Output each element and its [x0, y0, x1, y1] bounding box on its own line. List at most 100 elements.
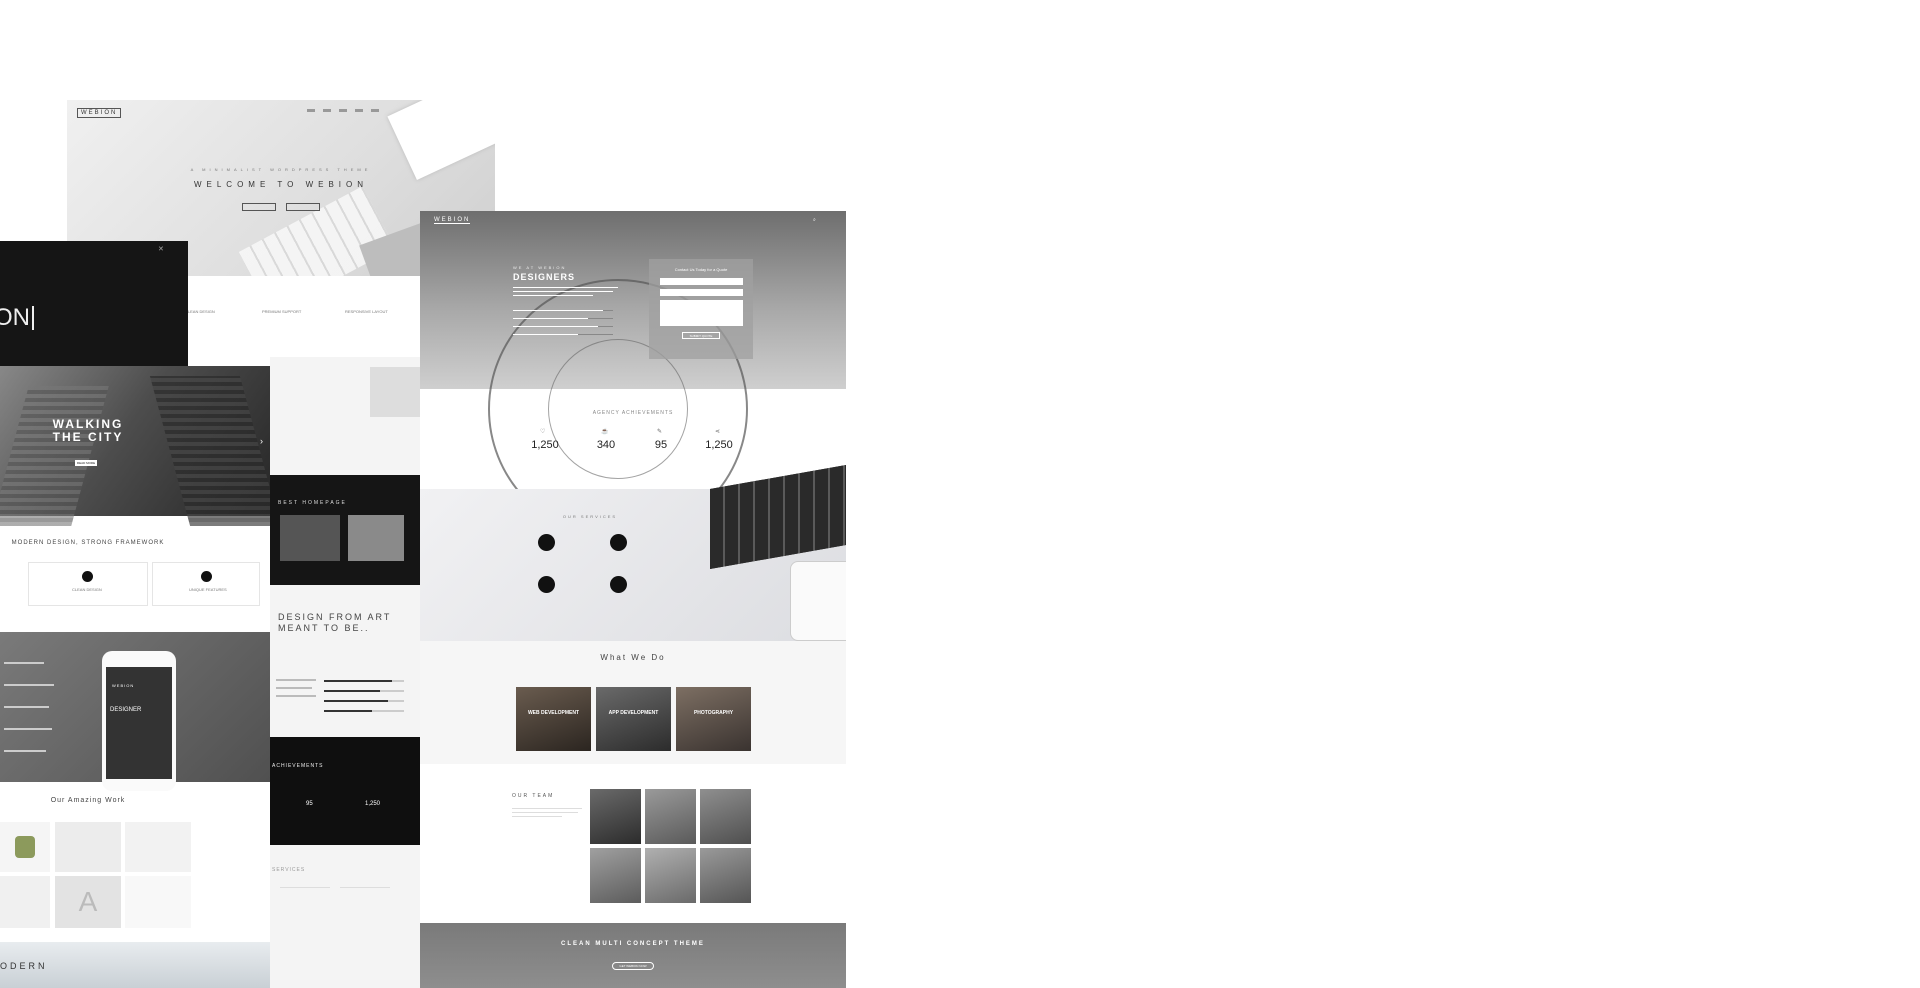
team-member-1[interactable]: [590, 789, 641, 844]
project-label: WEB DEVELOPMENT: [527, 710, 580, 716]
ach-number-2: 1,250: [365, 801, 381, 807]
email-field[interactable]: [660, 289, 743, 296]
hero-text-line: [513, 295, 593, 296]
folder-icon[interactable]: [538, 534, 555, 551]
services-title: OUR SERVICES: [562, 514, 618, 519]
city-title-2: THE CITY: [52, 430, 124, 444]
team-member-3[interactable]: [700, 789, 751, 844]
submit-button[interactable]: SUBMIT QUOTE: [682, 332, 720, 339]
contact-title: Contact Us Today for a Quote: [674, 267, 728, 272]
close-icon[interactable]: ✕: [158, 245, 164, 253]
city-button[interactable]: READ MORE: [75, 460, 97, 466]
city-title-1: WALKING: [52, 417, 124, 431]
bag-icon[interactable]: [610, 534, 627, 551]
portfolio-thumb-3: [125, 822, 191, 872]
whatwedo-title: What We Do: [600, 653, 666, 662]
gear-icon[interactable]: [538, 576, 555, 593]
agency-logo: WEBION: [434, 217, 471, 224]
text-line: [512, 808, 582, 809]
text-line: [4, 728, 52, 730]
crown-icon[interactable]: [610, 576, 627, 593]
text-line: [276, 695, 316, 697]
hero-subtitle: WE AT WEBION: [513, 265, 567, 270]
clean-theme-title: CLEAN MULTI CONCEPT THEME: [561, 941, 705, 947]
ach-number-1: 95: [306, 801, 313, 807]
skill-bar: [324, 700, 404, 702]
hero-button-2[interactable]: [286, 203, 320, 211]
message-field[interactable]: [660, 300, 743, 326]
skill-bar: [324, 680, 404, 682]
homepage-thumb-1: [280, 515, 340, 561]
preview-card-agency[interactable]: WEBION ⌕ WE AT WEBION DESIGNERS Contact …: [420, 211, 846, 988]
team-member-2[interactable]: [645, 789, 696, 844]
project-card-2[interactable]: APP DEVELOPMENT: [596, 687, 671, 751]
text-line: [276, 679, 316, 681]
project-label: APP DEVELOPMENT: [608, 710, 659, 716]
hero-skill-bar: [513, 310, 613, 311]
feature-3: RESPONSIVE LAYOUT: [345, 309, 388, 314]
portfolio-thumb-5: A: [55, 876, 121, 928]
portfolio-thumb-1: [0, 822, 50, 872]
clean-theme-button[interactable]: GET WEBION NOW: [612, 962, 654, 970]
modern-heading: ODERN: [0, 961, 48, 971]
phone-logo: WEBION: [112, 683, 135, 688]
stat-4: 1,250: [705, 439, 733, 451]
pencil-icon: ✎: [657, 429, 663, 435]
chevron-right-icon[interactable]: ›: [260, 436, 263, 446]
service-item: [340, 887, 390, 907]
portfolio-thumb-2: [55, 822, 121, 872]
hero-skill-bar: [513, 318, 613, 319]
project-label: PHOTOGRAPHY: [693, 710, 734, 716]
hero-text-line: [513, 291, 613, 292]
clean-theme-band: [420, 923, 846, 988]
text-line: [4, 706, 49, 708]
feature-box-border: [152, 562, 260, 606]
achievements-dark-band: [270, 737, 420, 845]
stat-2: 340: [596, 439, 616, 451]
phone-title: DESIGNER: [110, 707, 142, 713]
text-line: [512, 812, 578, 813]
stat-3: 95: [654, 439, 668, 451]
homepage-label: BEST HOMEPAGE: [278, 500, 347, 506]
heart-icon: ♡: [540, 429, 546, 435]
team-member-5[interactable]: [645, 848, 696, 903]
text-line: [4, 684, 54, 686]
laptop-edge: [790, 561, 846, 641]
preview-card-city[interactable]: WALKING THE CITY READ MORE › MODERN DESI…: [0, 366, 270, 988]
hero-button-1[interactable]: [242, 203, 276, 211]
skill-bar: [324, 690, 404, 692]
feature-1: CLEAN DESIGN: [185, 309, 215, 314]
service-item: [280, 887, 330, 907]
project-card-3[interactable]: PHOTOGRAPHY: [676, 687, 751, 751]
dark-hero-text: ON: [0, 306, 34, 330]
project-card-1[interactable]: WEB DEVELOPMENT: [516, 687, 591, 751]
name-field[interactable]: [660, 278, 743, 285]
preview-card-dark-hero[interactable]: ON ✕: [0, 241, 188, 366]
design-heading-1: DESIGN FROM ART: [278, 612, 392, 622]
portfolio-thumb-6: [125, 876, 191, 928]
hero-skill-bar: [513, 326, 613, 327]
text-line: [276, 687, 312, 689]
search-icon[interactable]: ⌕: [813, 217, 816, 223]
skill-bar: [324, 710, 404, 712]
feature-box-border: [28, 562, 148, 606]
team-member-6[interactable]: [700, 848, 751, 903]
framework-heading: MODERN DESIGN, STRONG FRAMEWORK: [11, 540, 165, 546]
laptop-mockup: [370, 367, 420, 417]
ferris-wheel-inner: [548, 339, 688, 479]
text-line: [4, 662, 44, 664]
hero-skill-bar: [513, 334, 613, 335]
achievements-title: AGENCY ACHIEVEMENTS: [592, 410, 674, 416]
team-member-4[interactable]: [590, 848, 641, 903]
nav-menu: [307, 109, 387, 112]
hero-text-line: [513, 287, 618, 288]
homepage-thumb-2: [348, 515, 404, 561]
site-logo: WEBION: [77, 108, 122, 118]
preview-card-portfolio[interactable]: BEST HOMEPAGE DESIGN FROM ART MEANT TO B…: [270, 357, 420, 988]
team-title: OUR TEAM: [512, 793, 555, 799]
cup-icon: ☕: [601, 429, 609, 435]
stat-1: 1,250: [531, 439, 559, 451]
hero-title: DESIGNERS: [513, 272, 576, 282]
feature-2: PREMIUM SUPPORT: [262, 309, 302, 314]
design-heading-2: MEANT TO BE..: [278, 623, 370, 633]
